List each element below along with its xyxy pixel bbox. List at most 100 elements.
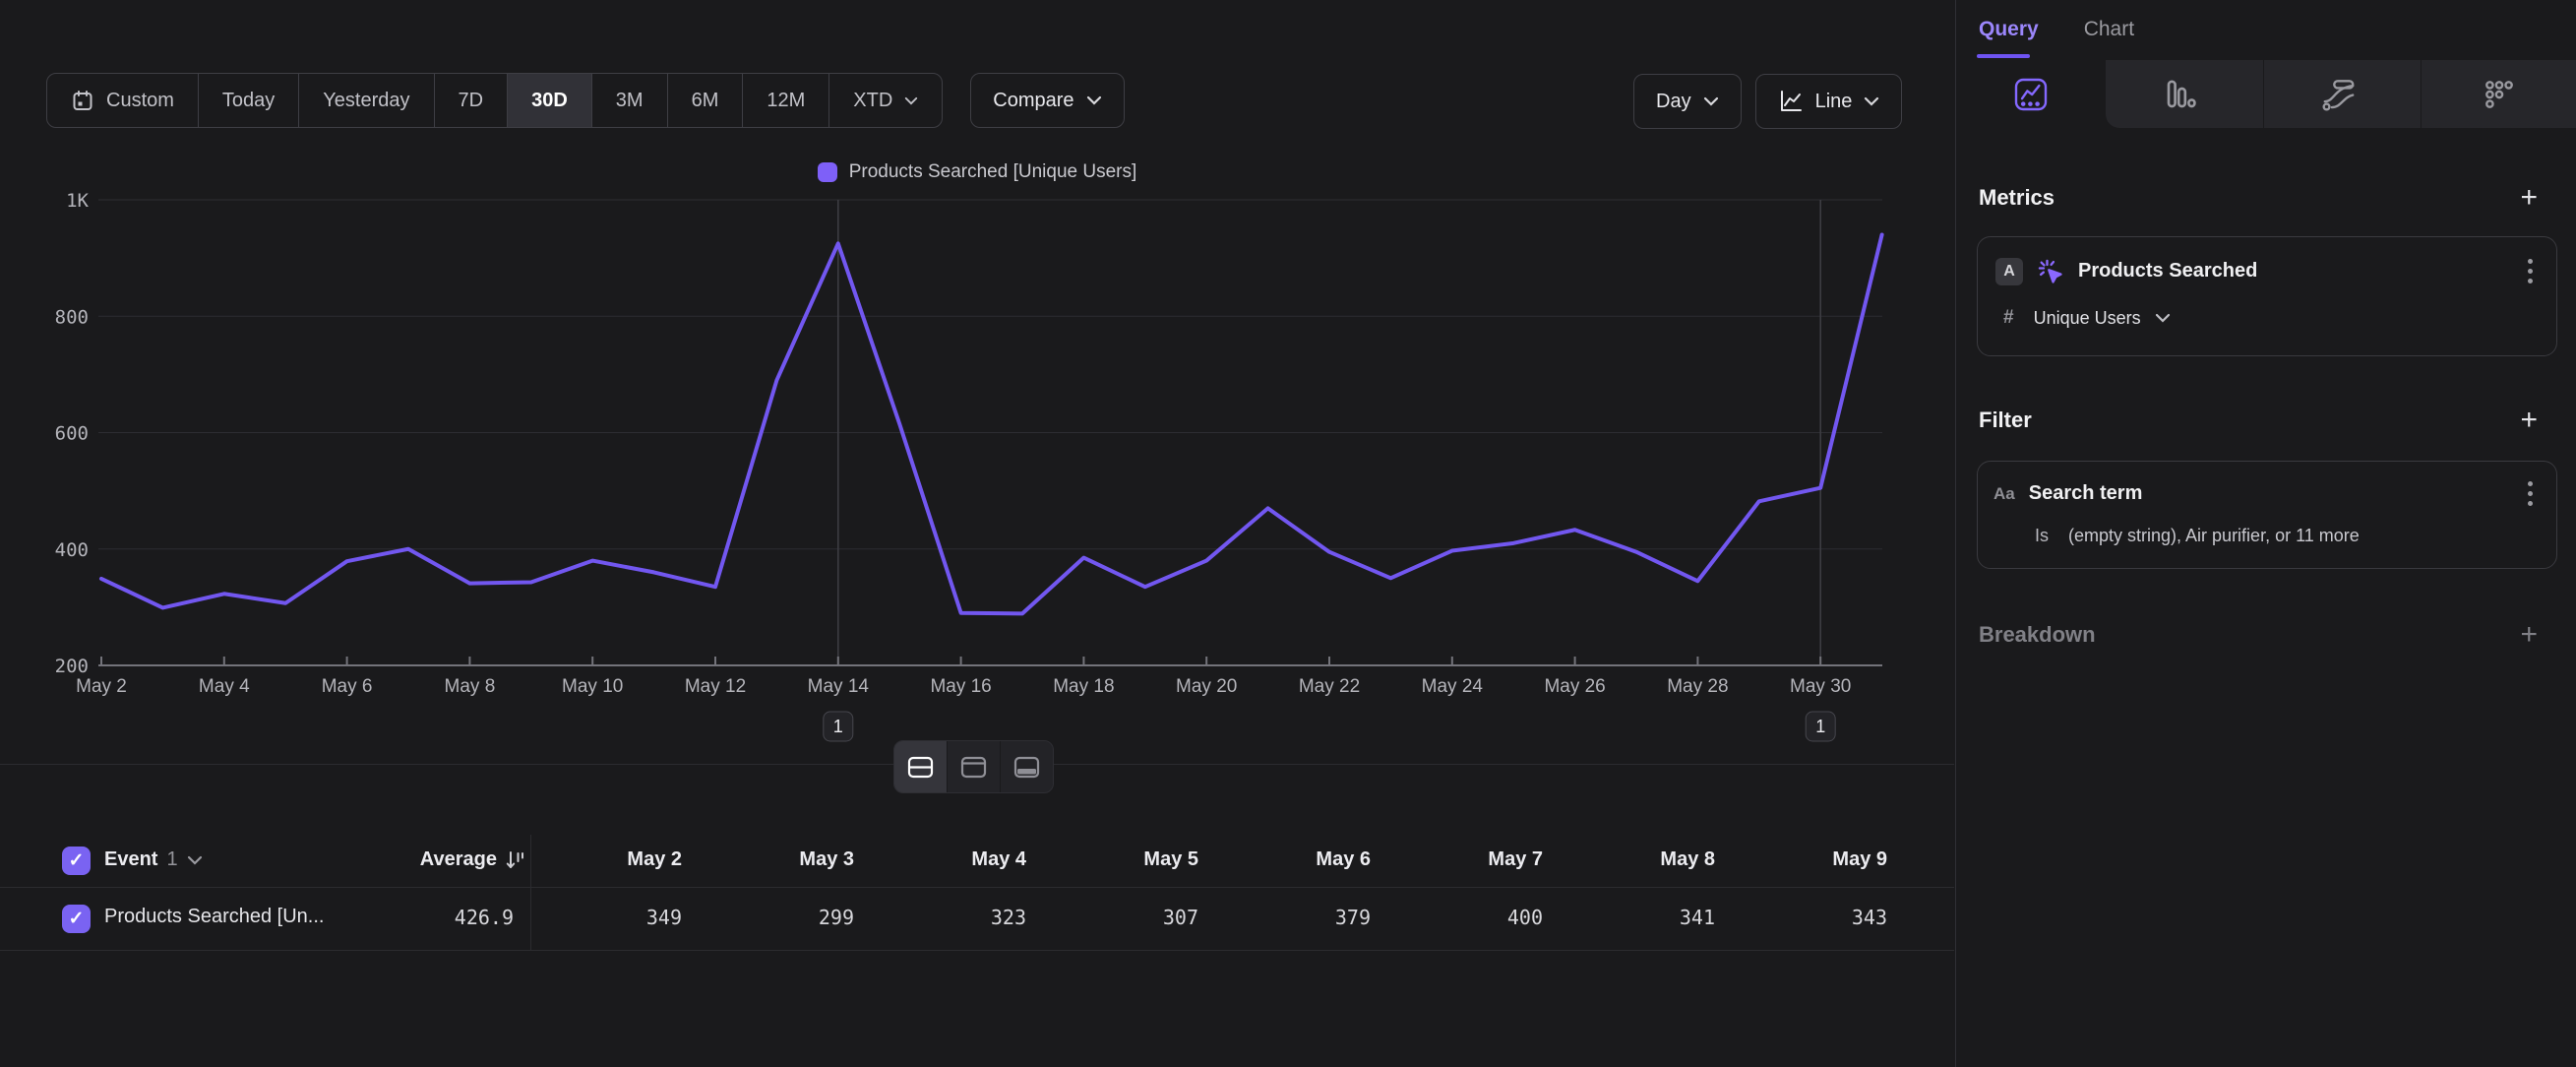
- annotation-badge-label: 1: [833, 717, 843, 736]
- calendar-icon: [71, 89, 94, 112]
- panel-tabs: Query Chart: [1956, 0, 2576, 59]
- event-label: Event: [104, 848, 157, 871]
- average-column-header[interactable]: Average: [325, 848, 526, 871]
- x-axis-label: May 14: [808, 676, 870, 697]
- filter-section-header: Filter +: [1979, 406, 2538, 435]
- aggregation-hash: #: [2003, 307, 2014, 329]
- funnels-icon: [2163, 77, 2198, 112]
- date-column-header[interactable]: May 5: [1051, 848, 1198, 871]
- metric-letter-badge: A: [1995, 258, 2023, 285]
- chevron-down-icon: [2155, 313, 2171, 323]
- line-chart[interactable]: 2004006008001KMay 2May 4May 6May 8May 10…: [0, 187, 1954, 748]
- query-panel: Query Chart: [1955, 0, 2576, 1067]
- legend-label: Products Searched [Unique Users]: [849, 161, 1137, 183]
- layout-split-view-button[interactable]: [894, 741, 948, 792]
- chart-legend: Products Searched [Unique Users]: [0, 161, 1954, 183]
- table-cell-value: 349: [534, 906, 682, 929]
- x-axis-label: May 10: [562, 676, 623, 697]
- range-button-7d[interactable]: 7D: [435, 74, 509, 127]
- granularity-label: Day: [1656, 91, 1691, 113]
- x-axis-label: May 18: [1053, 676, 1114, 697]
- range-button-3m[interactable]: 3M: [592, 74, 668, 127]
- aggregation-selector[interactable]: Unique Users: [2034, 308, 2141, 329]
- chart-type-dropdown[interactable]: Line: [1755, 74, 1903, 129]
- range-button-today[interactable]: Today: [199, 74, 299, 127]
- x-axis-label: May 26: [1544, 676, 1605, 697]
- range-button-6m[interactable]: 6M: [668, 74, 744, 127]
- metrics-title: Metrics: [1979, 185, 2055, 211]
- granularity-dropdown[interactable]: Day: [1633, 74, 1742, 129]
- active-tab-underline: [1977, 54, 2030, 58]
- layout-table-only-button[interactable]: [1001, 741, 1053, 792]
- metric-name: Products Searched: [2078, 260, 2510, 282]
- table-cell-value: 400: [1395, 906, 1543, 929]
- filter-operator[interactable]: Is: [2035, 526, 2049, 546]
- add-breakdown-button[interactable]: +: [2520, 620, 2538, 650]
- date-column-header[interactable]: May 8: [1567, 848, 1715, 871]
- table-cell-value: 379: [1223, 906, 1371, 929]
- sort-descending-icon: [505, 849, 526, 871]
- tab-query[interactable]: Query: [1979, 18, 2039, 41]
- average-label: Average: [420, 848, 497, 871]
- filter-value[interactable]: (empty string), Air purifier, or 11 more: [2068, 526, 2360, 546]
- table-cell-value: 323: [879, 906, 1026, 929]
- x-axis-label: May 22: [1299, 676, 1360, 697]
- chart-type-label: Line: [1815, 91, 1853, 113]
- date-column-header[interactable]: May 7: [1395, 848, 1543, 871]
- add-filter-button[interactable]: +: [2520, 406, 2538, 435]
- table-cell-value: 307: [1051, 906, 1198, 929]
- x-axis-label: May 8: [445, 676, 496, 697]
- legend-swatch: [818, 162, 837, 182]
- range-button-custom[interactable]: Custom: [47, 74, 199, 127]
- y-axis-label: 400: [55, 539, 89, 561]
- range-button-yesterday[interactable]: Yesterday: [299, 74, 434, 127]
- event-column-header[interactable]: Event 1: [104, 848, 203, 871]
- chevron-down-icon: [1703, 96, 1719, 106]
- filter-title: Filter: [1979, 408, 2032, 433]
- viz-tab-insights[interactable]: [1956, 60, 2106, 128]
- range-button-xtd[interactable]: XTD: [829, 74, 942, 127]
- filter-card[interactable]: Aa Search term Is (empty string), Air pu…: [1977, 461, 2557, 569]
- x-axis-label: May 28: [1667, 676, 1728, 697]
- range-button-12m[interactable]: 12M: [743, 74, 829, 127]
- event-click-icon: [2037, 258, 2064, 285]
- viz-tab-funnels[interactable]: [2106, 60, 2255, 128]
- chevron-down-icon: [1864, 96, 1879, 106]
- date-column-header[interactable]: May 3: [706, 848, 854, 871]
- row-checkbox[interactable]: ✓: [62, 905, 91, 933]
- x-axis-label: May 24: [1422, 676, 1484, 697]
- tab-chart[interactable]: Chart: [2084, 18, 2134, 41]
- layout-chart-only-button[interactable]: [948, 741, 1001, 792]
- annotation-badge-label: 1: [1815, 717, 1825, 736]
- x-axis-label: May 6: [322, 676, 373, 697]
- date-column-header[interactable]: May 4: [879, 848, 1026, 871]
- chevron-down-icon: [187, 855, 203, 865]
- date-column-header[interactable]: May 2: [534, 848, 682, 871]
- metric-menu-button[interactable]: [2524, 255, 2537, 287]
- table-header-row: ✓ Event 1 Average May 2 May 3 May 4 May 5 Ma…: [0, 835, 1954, 888]
- string-property-icon: Aa: [1993, 484, 2015, 504]
- line-chart-icon: [1778, 89, 1804, 114]
- range-button-30d[interactable]: 30D: [508, 74, 592, 127]
- breakdown-section-header: Breakdown +: [1979, 620, 2538, 650]
- x-axis-label: May 4: [199, 676, 250, 697]
- data-line[interactable]: [101, 234, 1882, 613]
- x-axis-label: May 12: [685, 676, 746, 697]
- chart-controls: Day Line: [1633, 74, 1902, 129]
- viz-tab-more[interactable]: [2422, 60, 2576, 128]
- date-column-header[interactable]: May 9: [1740, 848, 1887, 871]
- viz-tab-flows[interactable]: [2264, 60, 2414, 128]
- filter-menu-button[interactable]: [2524, 477, 2537, 510]
- analytics-app: CustomTodayYesterday7D30D3M6M12MXTD Comp…: [0, 0, 2576, 1067]
- filter-property-name: Search term: [2029, 482, 2510, 505]
- visualization-picker: [1956, 60, 2576, 128]
- x-axis-label: May 20: [1176, 676, 1237, 697]
- compare-button[interactable]: Compare: [970, 73, 1124, 128]
- table-row[interactable]: ✓ Products Searched [Un... 426.9 3492993…: [0, 888, 1954, 951]
- add-metric-button[interactable]: +: [2520, 183, 2538, 213]
- flows-icon: [2320, 76, 2358, 113]
- metric-card[interactable]: A Products Searched # Unique Users: [1977, 236, 2557, 356]
- date-column-header[interactable]: May 6: [1223, 848, 1371, 871]
- select-all-checkbox[interactable]: ✓: [62, 847, 91, 875]
- table-cell-value: 341: [1567, 906, 1715, 929]
